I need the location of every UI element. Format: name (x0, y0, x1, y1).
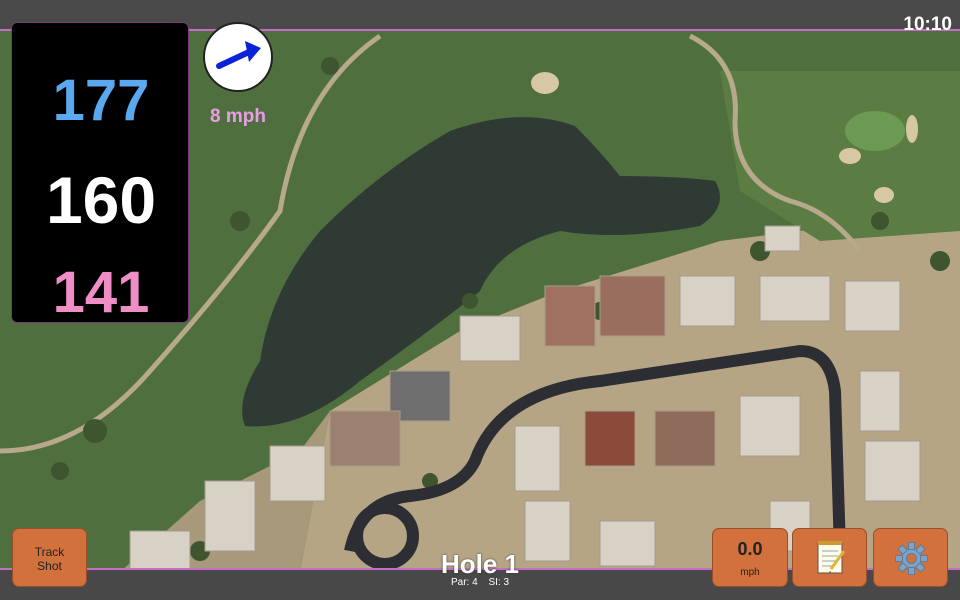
hole-details: Par: 4 SI: 3 (380, 577, 580, 588)
notes-button[interactable] (792, 528, 867, 587)
front-distance: 141 (52, 260, 150, 325)
track-shot-button[interactable]: Track Shot (12, 528, 87, 587)
status-clock: 10:10 (903, 14, 952, 35)
hole-stroke-index: SI: 3 (488, 577, 510, 588)
speed-unit: mph (740, 567, 760, 578)
gear-icon (895, 542, 928, 575)
back-distance: 177 (52, 68, 150, 133)
middle-distance: 160 (45, 163, 157, 237)
distance-panel: 177 160 141 (11, 22, 189, 325)
speed-button[interactable]: 0.0 mph (712, 528, 788, 587)
track-shot-label-line2: Shot (37, 559, 62, 573)
wind-speed: 8 mph (210, 106, 266, 127)
hole-title: Hole 1 (440, 549, 520, 579)
wind-indicator (203, 22, 273, 92)
speed-value: 0.0 (737, 539, 763, 559)
track-shot-label-line1: Track (34, 545, 65, 559)
wind-arrow-icon (216, 41, 261, 69)
notepad-icon (817, 541, 846, 574)
settings-button[interactable] (873, 528, 948, 587)
hole-par: Par: 4 (450, 577, 478, 588)
